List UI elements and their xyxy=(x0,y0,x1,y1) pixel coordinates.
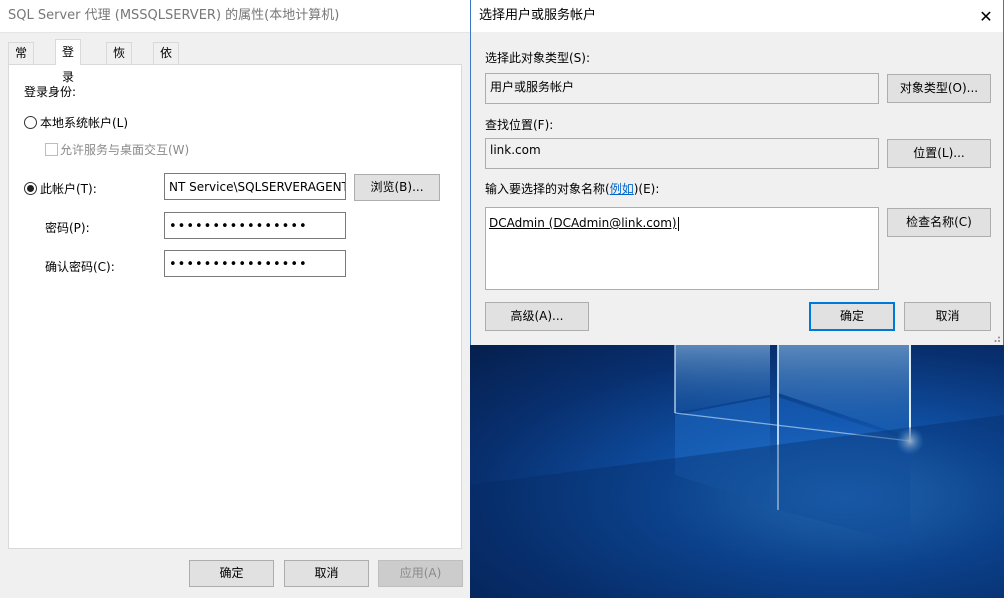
logon-tab-panel: 登录身份: 本地系统帐户(L) 允许服务与桌面交互(W) 此帐户(T): NT … xyxy=(8,64,462,549)
allow-desktop-label: 允许服务与桌面交互(W) xyxy=(60,143,190,157)
tab-logon[interactable]: 登录 xyxy=(55,39,82,84)
left-ok-button[interactable]: 确定 xyxy=(189,560,274,587)
tab-recovery[interactable]: 恢复 xyxy=(106,42,133,81)
check-names-button[interactable]: 检查名称(C) xyxy=(887,208,991,237)
resolved-name-entry: DCAdmin (DCAdmin@link.com) xyxy=(489,216,677,230)
object-type-value: 用户或服务帐户 xyxy=(485,73,879,104)
confirm-password-label: 确认密码(C): xyxy=(45,260,115,274)
password-label: 密码(P): xyxy=(45,221,90,235)
tab-general[interactable]: 常规 xyxy=(8,42,35,81)
apply-button: 应用(A) xyxy=(378,560,463,587)
account-input[interactable]: NT Service\SQLSERVERAGENT xyxy=(164,173,346,200)
text-caret xyxy=(677,216,679,231)
right-dialog-title: 选择用户或服务帐户 xyxy=(471,0,1003,32)
location-value: link.com xyxy=(485,138,879,169)
examples-link[interactable]: 例如 xyxy=(610,182,634,196)
object-names-input[interactable]: DCAdmin (DCAdmin@link.com) xyxy=(485,207,879,290)
enter-names-label: 输入要选择的对象名称(例如)(E): xyxy=(485,180,659,197)
advanced-button[interactable]: 高级(A)... xyxy=(485,302,589,331)
left-dialog-title: SQL Server 代理 (MSSQLSERVER) 的属性(本地计算机) xyxy=(0,0,470,33)
tab-dependencies[interactable]: 依存关系 xyxy=(153,42,180,123)
local-system-radio[interactable] xyxy=(24,116,37,129)
right-ok-button[interactable]: 确定 xyxy=(809,302,895,331)
this-account-radio[interactable] xyxy=(24,182,37,195)
enter-names-suffix: )(E): xyxy=(633,182,660,196)
resize-grip-icon[interactable] xyxy=(991,333,1001,343)
windows-light-beams xyxy=(470,345,1004,598)
select-user-dialog: 选择用户或服务帐户 ✕ 选择此对象类型(S): 用户或服务帐户 对象类型(O).… xyxy=(470,0,1004,345)
object-types-button[interactable]: 对象类型(O)... xyxy=(887,74,991,103)
local-system-label[interactable]: 本地系统帐户(L) xyxy=(40,114,128,131)
locations-button[interactable]: 位置(L)... xyxy=(887,139,991,168)
object-type-label: 选择此对象类型(S): xyxy=(485,51,591,65)
allow-desktop-checkbox[interactable] xyxy=(45,143,58,156)
this-account-label[interactable]: 此帐户(T): xyxy=(40,180,97,197)
left-cancel-button[interactable]: 取消 xyxy=(284,560,369,587)
service-properties-dialog: SQL Server 代理 (MSSQLSERVER) 的属性(本地计算机) 常… xyxy=(0,0,470,598)
browse-button[interactable]: 浏览(B)... xyxy=(354,174,440,201)
desktop-wallpaper xyxy=(470,345,1004,598)
right-cancel-button[interactable]: 取消 xyxy=(904,302,991,331)
confirm-password-input[interactable]: •••••••••••••••• xyxy=(164,250,346,277)
close-icon[interactable]: ✕ xyxy=(975,6,997,28)
password-input[interactable]: •••••••••••••••• xyxy=(164,212,346,239)
enter-names-prefix: 输入要选择的对象名称( xyxy=(485,182,610,196)
location-label: 查找位置(F): xyxy=(485,118,554,132)
